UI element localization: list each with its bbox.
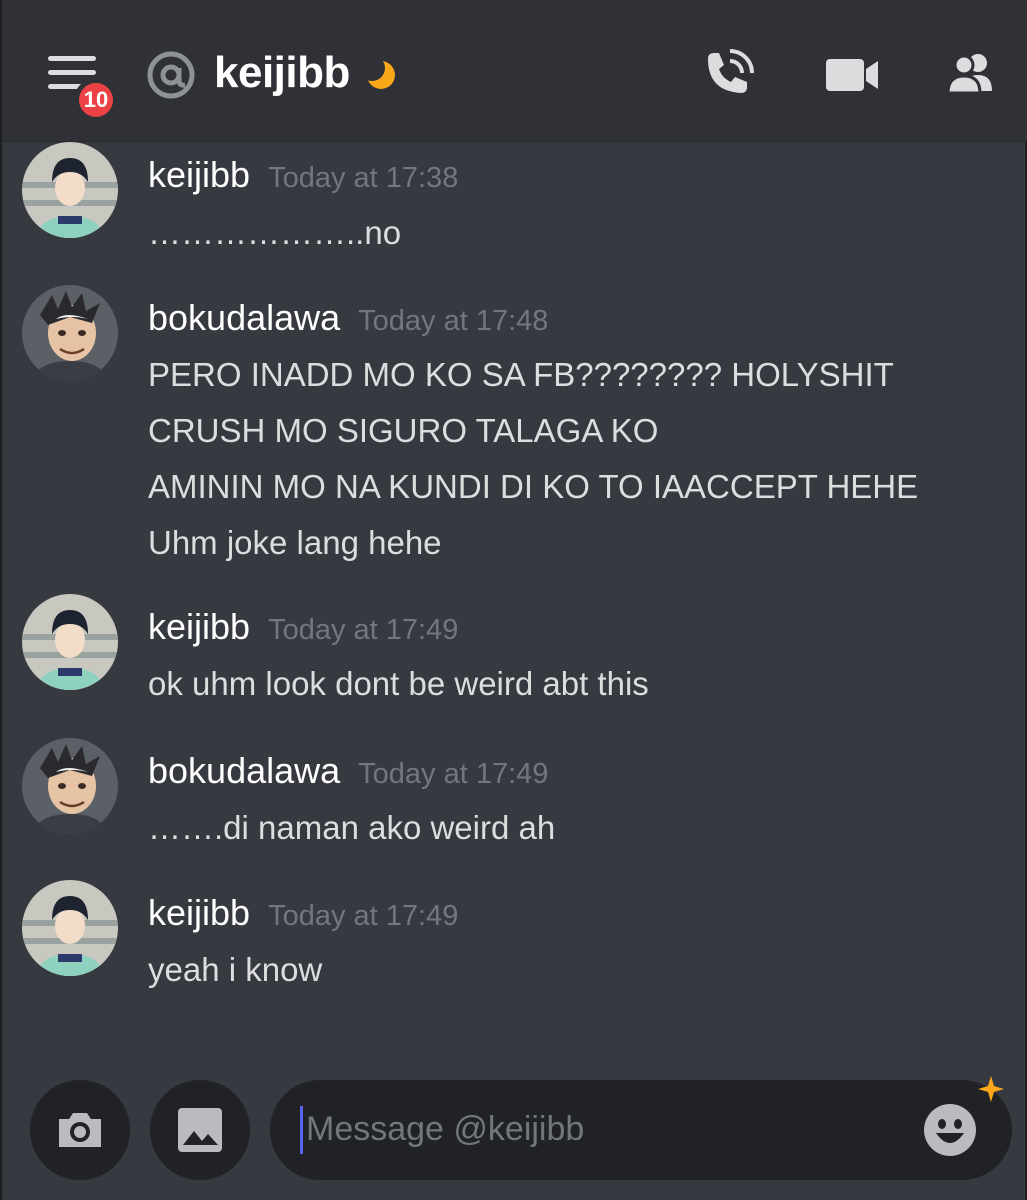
message-composer: Message @keijibb (2, 1072, 1027, 1200)
avatar-image (22, 285, 118, 381)
timestamp: Today at 17:38 (268, 162, 459, 194)
message-input[interactable]: Message @keijibb (270, 1076, 1012, 1180)
username[interactable]: keijibb (148, 154, 250, 196)
video-icon[interactable] (822, 45, 882, 105)
avatar[interactable] (22, 142, 118, 238)
username[interactable]: keijibb (148, 892, 250, 934)
dm-screen: 10 keijibb keijibb Today at 17:38 ………………… (0, 0, 1027, 1200)
avatar[interactable] (22, 594, 118, 690)
avatar[interactable] (22, 880, 118, 976)
avatar-image (22, 142, 118, 238)
image-button[interactable] (150, 1080, 250, 1180)
at-icon (147, 51, 195, 99)
camera-icon (59, 1113, 101, 1147)
timestamp: Today at 17:49 (268, 900, 459, 932)
message-text: CRUSH MO SIGURO TALAGA KO (148, 412, 659, 449)
message-text: PERO INADD MO KO SA FB???????? HOLYSHIT (148, 356, 894, 393)
emoji-icon[interactable] (922, 1102, 978, 1158)
camera-button[interactable] (30, 1080, 130, 1180)
username[interactable]: bokudalawa (148, 750, 340, 792)
message-text: AMININ MO NA KUNDI DI KO TO IAACCEPT HEH… (148, 468, 919, 505)
timestamp: Today at 17:49 (268, 614, 459, 646)
message-text: ………………..no (148, 214, 402, 251)
avatar-image (22, 594, 118, 690)
channel-header: 10 keijibb (2, 0, 1027, 142)
timestamp: Today at 17:49 (358, 758, 549, 790)
message-text: …….di naman ako weird ah (148, 809, 556, 846)
members-icon[interactable] (942, 45, 1002, 105)
avatar-image (22, 880, 118, 976)
notification-badge: 10 (74, 78, 118, 122)
channel-title: keijibb (214, 48, 350, 97)
moon-icon (364, 58, 395, 89)
avatar[interactable] (22, 738, 118, 834)
timestamp: Today at 17:48 (358, 305, 549, 337)
username[interactable]: bokudalawa (148, 297, 340, 339)
message-text: yeah i know (148, 951, 323, 988)
avatar[interactable] (22, 285, 118, 381)
username[interactable]: keijibb (148, 606, 250, 648)
message-placeholder: Message @keijibb (306, 1110, 585, 1148)
message-list[interactable]: keijibb Today at 17:38 ………………..no bokuda… (2, 142, 1027, 1072)
call-icon[interactable] (698, 45, 758, 105)
image-icon (178, 1108, 222, 1152)
avatar-image (22, 738, 118, 834)
message-text: Uhm joke lang hehe (148, 524, 442, 561)
text-caret (300, 1106, 303, 1154)
message-text: ok uhm look dont be weird abt this (148, 665, 649, 702)
menu-button[interactable]: 10 (42, 50, 118, 122)
sparkle-icon (978, 1076, 1004, 1102)
